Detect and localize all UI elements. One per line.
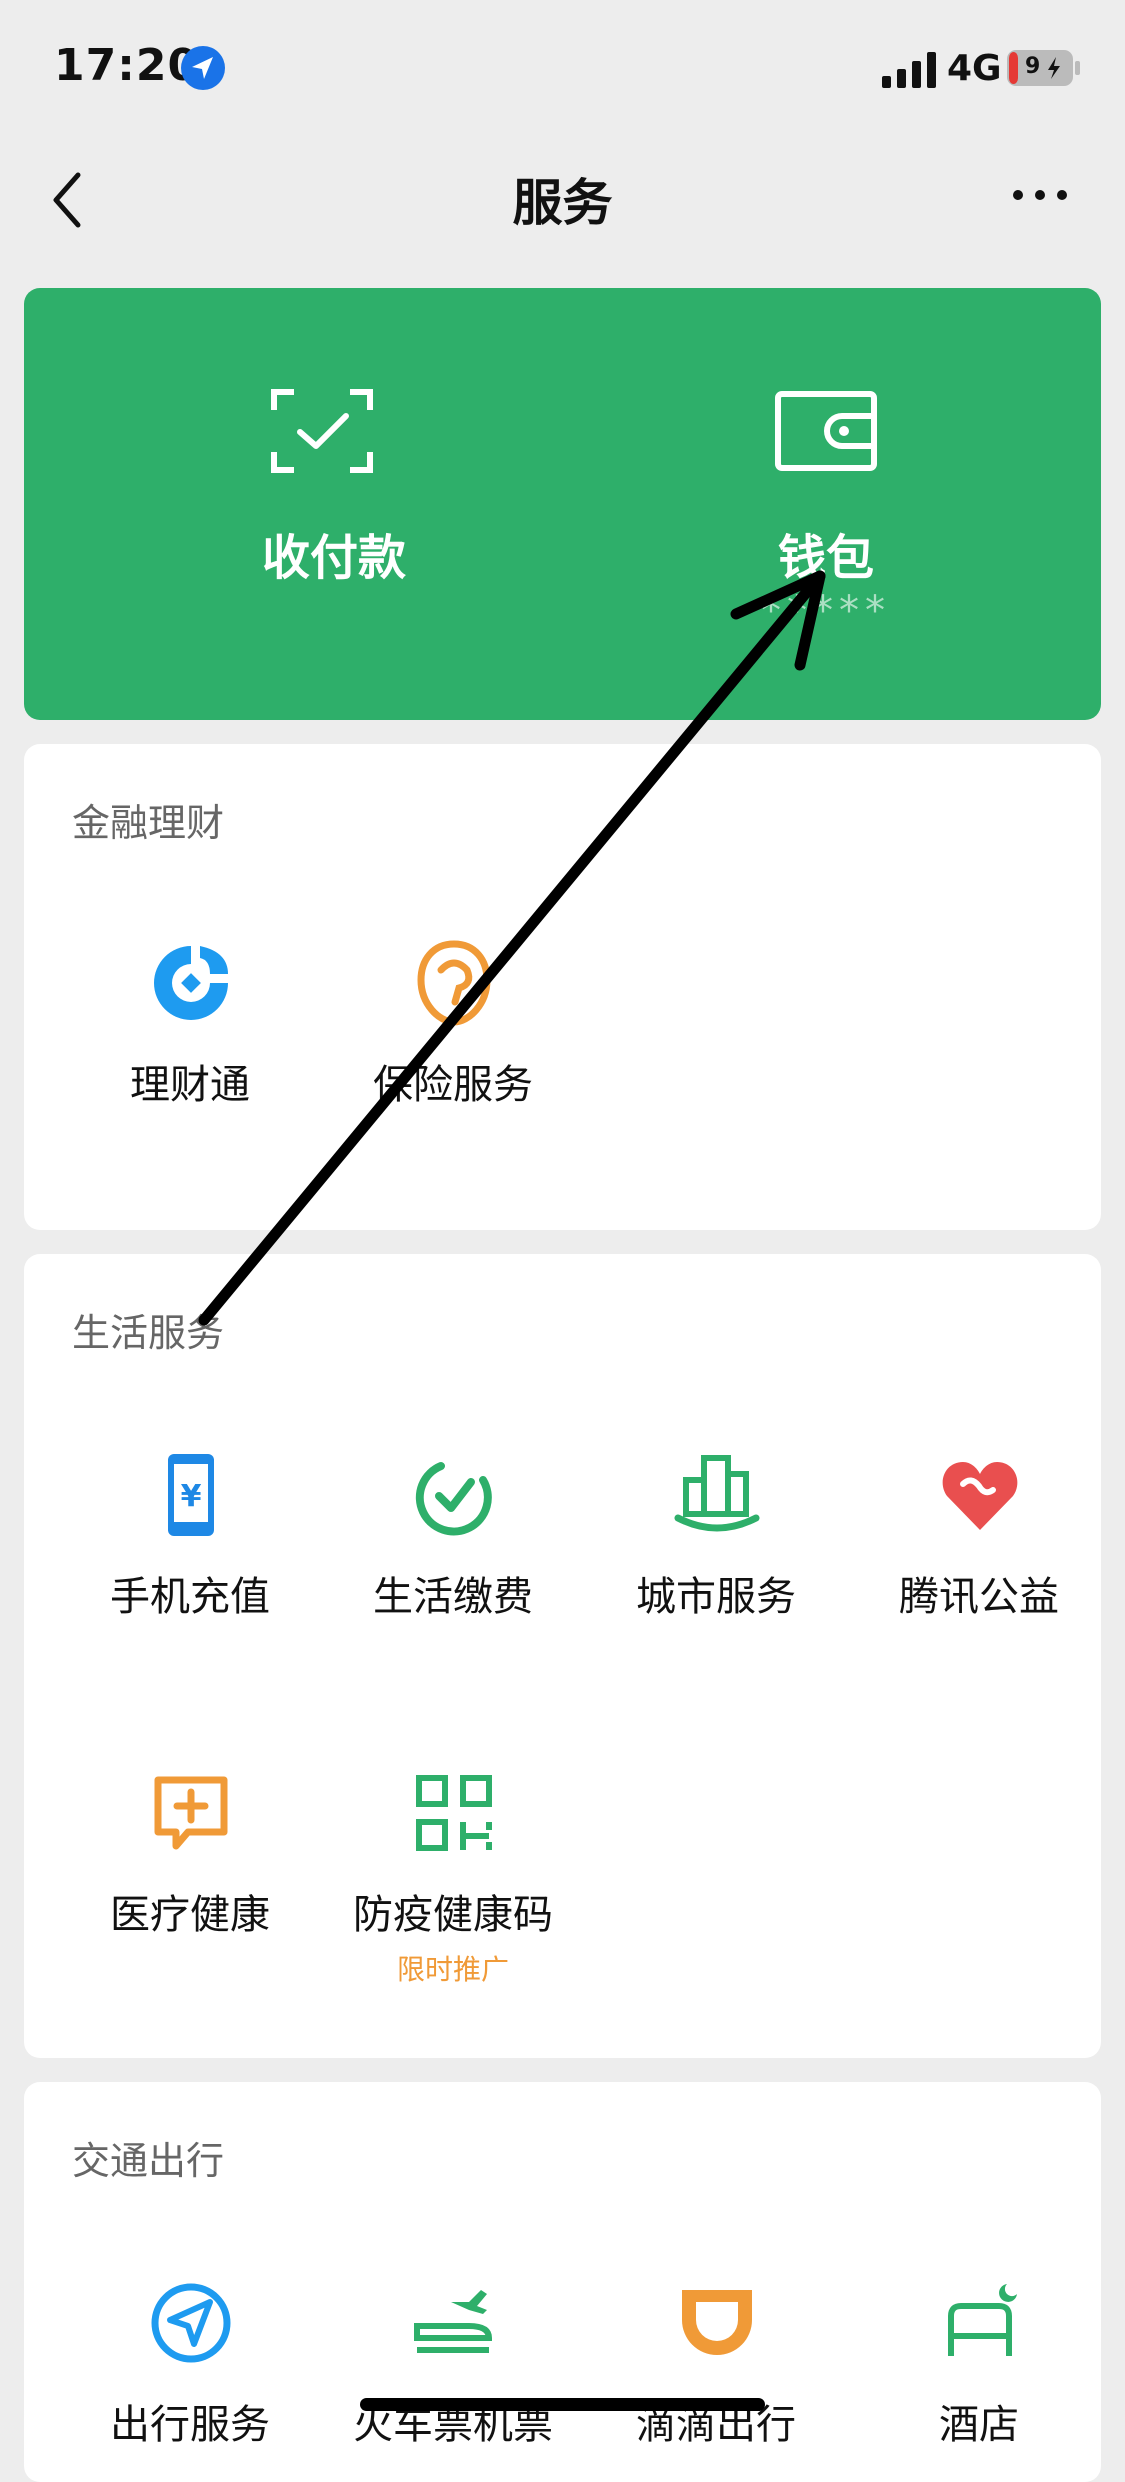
wallet-button[interactable]: 钱包 *****	[576, 288, 1076, 720]
city-service-icon	[674, 1455, 760, 1532]
wallet-balance: *****	[761, 588, 891, 634]
section-title-finance: 金融理财	[72, 801, 225, 845]
finance-section: 金融理财 理财通 保险服务	[24, 744, 1101, 1230]
tile-label: 腾讯公益	[899, 1574, 1059, 1620]
tile-label: 理财通	[130, 1062, 250, 1108]
bill-payment-icon	[415, 1462, 492, 1536]
tile-insurance[interactable]: 保险服务	[323, 940, 583, 1108]
tile-phone-recharge[interactable]: ¥ 手机充值	[60, 1452, 320, 1620]
signal-icon	[882, 52, 936, 88]
status-time: 17:20	[54, 40, 200, 91]
tile-label: 出行服务	[110, 2402, 270, 2448]
tile-charity[interactable]: 腾讯公益	[849, 1452, 1109, 1620]
more-icon[interactable]	[1010, 185, 1070, 205]
tile-label: 城市服务	[636, 1574, 796, 1620]
navigation-icon	[151, 2283, 231, 2363]
life-services-section: 生活服务 ¥ 手机充值 生活缴费 城市服务 腾讯公益 医疗健康 防疫健康码 限时…	[24, 1254, 1101, 2058]
network-type: 4G	[947, 48, 1002, 89]
qr-code-icon	[416, 1775, 492, 1851]
tile-medical[interactable]: 医疗健康	[60, 1770, 320, 1938]
promo-badge: 限时推广	[396, 1953, 509, 1986]
battery-level: 9	[1025, 54, 1041, 79]
hero-card: 收付款 钱包 *****	[24, 288, 1101, 720]
tile-label: 生活缴费	[373, 1574, 533, 1620]
wallet-icon	[775, 391, 877, 471]
insurance-icon	[417, 940, 491, 1026]
nav-bar: 服务	[0, 135, 1125, 260]
tile-label: 保险服务	[373, 1062, 533, 1108]
tile-licaitong[interactable]: 理财通	[60, 940, 320, 1108]
scan-check-icon	[271, 389, 373, 473]
svg-text:¥: ¥	[181, 1479, 202, 1514]
tile-label: 手机充值	[110, 1574, 270, 1620]
tile-label: 防疫健康码	[353, 1892, 553, 1938]
didi-icon	[682, 2290, 752, 2355]
page-title: 服务	[512, 174, 613, 232]
tile-travel-service[interactable]: 出行服务	[60, 2280, 320, 2448]
wallet-label: 钱包	[777, 530, 874, 586]
phone-recharge-icon: ¥	[168, 1454, 214, 1536]
status-bar: 17:20 4G 9	[0, 0, 1125, 135]
pay-receive-label: 收付款	[261, 530, 406, 586]
home-indicator	[360, 2398, 765, 2411]
section-title-life: 生活服务	[72, 1311, 225, 1355]
tile-health-code[interactable]: 防疫健康码 限时推广	[323, 1770, 583, 1986]
licaitong-icon	[154, 946, 228, 1020]
transport-section: 交通出行 出行服务 火车票机票 滴滴出行 酒店	[24, 2082, 1101, 2482]
tile-label: 医疗健康	[110, 1892, 270, 1938]
tile-bill-payment[interactable]: 生活缴费	[323, 1452, 583, 1620]
pay-receive-button[interactable]: 收付款	[84, 288, 584, 720]
train-plane-icon	[414, 2290, 493, 2353]
tile-city-service[interactable]: 城市服务	[586, 1452, 846, 1620]
hotel-icon	[948, 2284, 1017, 2356]
charity-heart-icon	[942, 1462, 1018, 1530]
tile-hotel[interactable]: 酒店	[849, 2280, 1109, 2448]
location-arrow-icon	[181, 46, 225, 90]
tile-label: 酒店	[939, 2402, 1019, 2448]
battery-icon	[1007, 50, 1080, 86]
section-title-transport: 交通出行	[72, 2139, 225, 2183]
medical-icon	[154, 1776, 228, 1850]
